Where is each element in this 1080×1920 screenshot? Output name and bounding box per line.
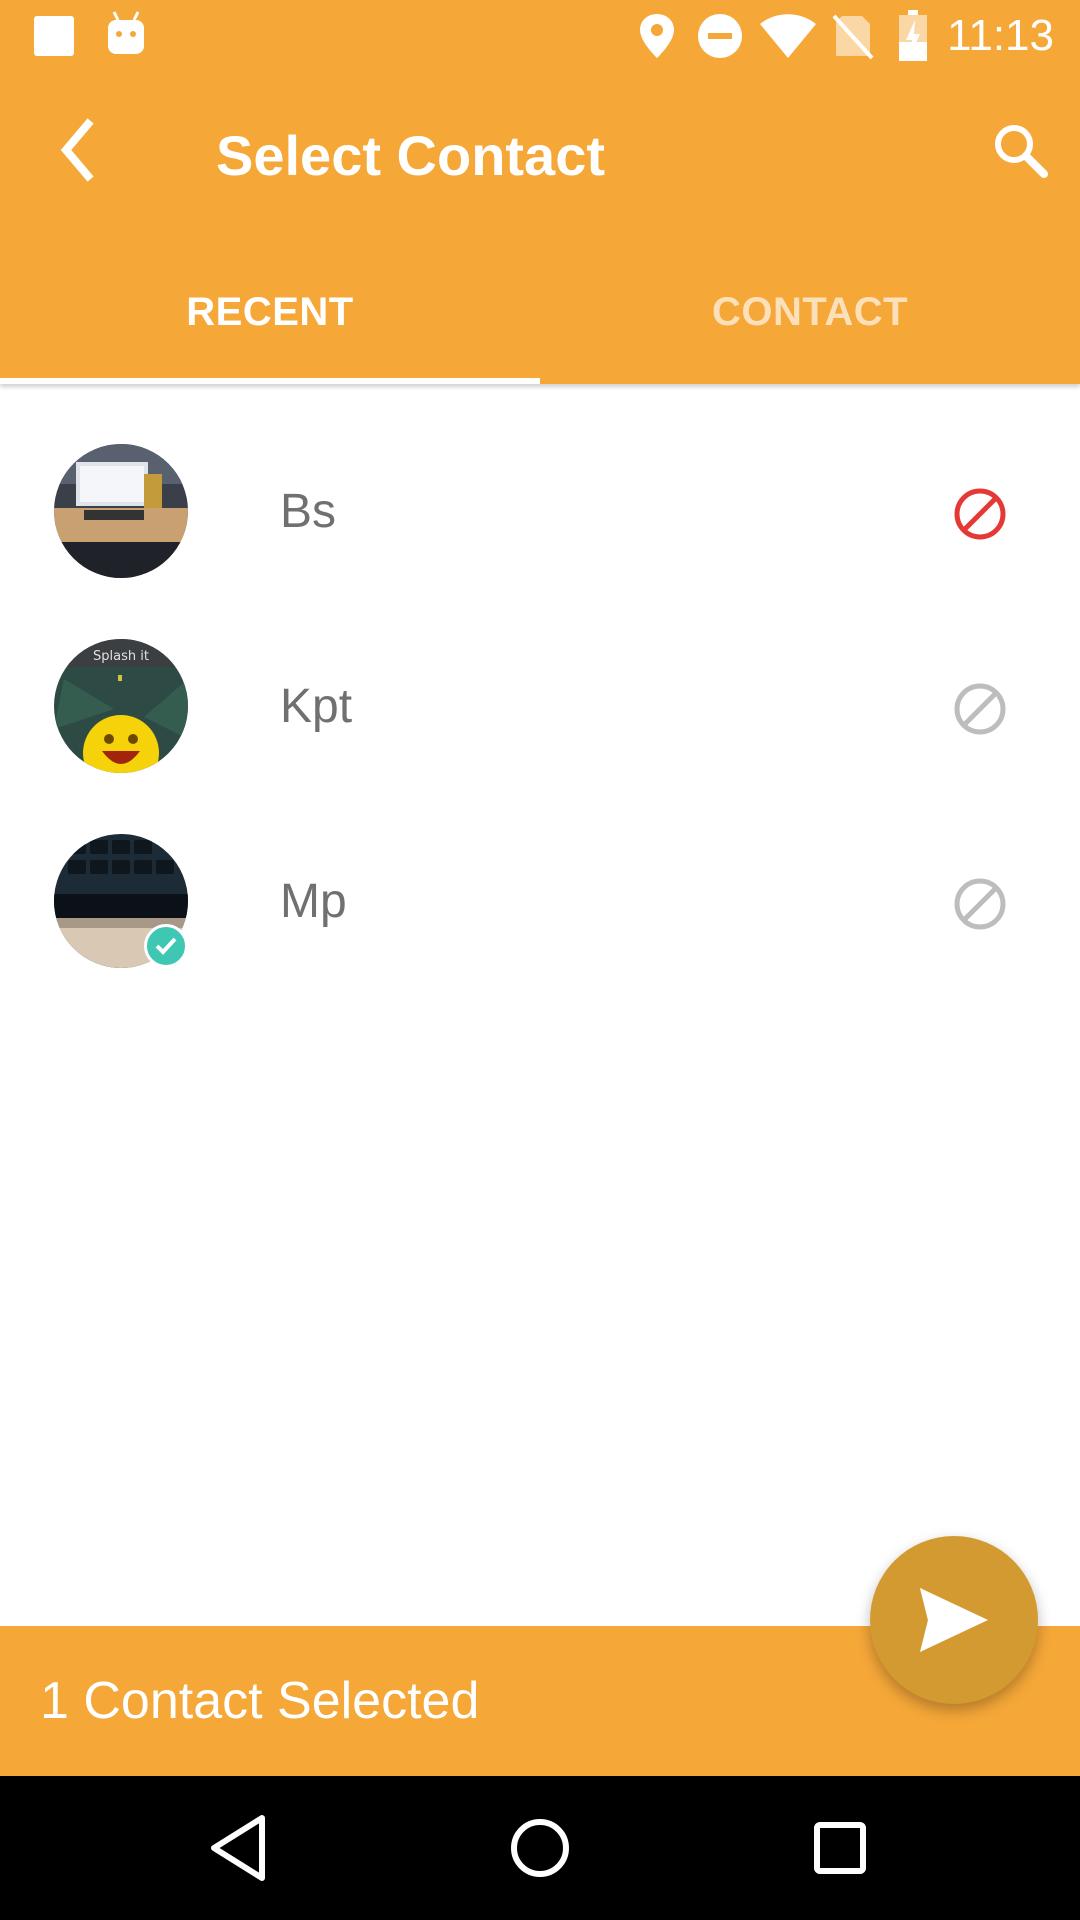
search-icon[interactable] xyxy=(986,116,1056,186)
send-icon xyxy=(920,1588,988,1652)
navigation-bar xyxy=(0,1776,1080,1920)
block-icon[interactable] xyxy=(950,679,1010,739)
contact-name: Mp xyxy=(280,875,347,928)
avatar: Splash it xyxy=(54,639,188,773)
nav-back-icon[interactable] xyxy=(200,1808,280,1888)
toolbar: Select Contact xyxy=(0,72,1080,240)
android-icon xyxy=(108,11,144,54)
page-title: Select Contact xyxy=(216,124,605,187)
block-icon[interactable] xyxy=(950,484,1010,544)
nav-recents-icon[interactable] xyxy=(800,1808,880,1888)
contact-name: Kpt xyxy=(280,680,353,733)
contact-name: Bs xyxy=(280,485,337,538)
square-notification-icon xyxy=(34,16,74,56)
emoji-photo-image: Splash it xyxy=(54,639,188,773)
selected-check-icon xyxy=(144,924,188,968)
no-sim-icon xyxy=(832,14,874,60)
status-bar: 11:13 xyxy=(0,0,1080,72)
tab-recent[interactable]: RECENT xyxy=(0,240,540,384)
nav-home-icon[interactable] xyxy=(500,1808,580,1888)
back-arrow-icon[interactable] xyxy=(44,110,124,190)
clock: 11:13 xyxy=(947,11,1054,60)
selection-count-text: 1 Contact Selected xyxy=(40,1672,480,1730)
avatar xyxy=(54,444,188,578)
tab-bar: RECENT CONTACT xyxy=(0,240,1080,384)
avatar-caption: Splash it xyxy=(93,649,149,664)
contact-row[interactable]: Splash it Kpt xyxy=(0,579,1080,774)
contact-row[interactable]: Mp xyxy=(0,774,1080,969)
send-button[interactable] xyxy=(870,1536,1038,1704)
desk-photo-image xyxy=(54,444,188,578)
block-icon[interactable] xyxy=(950,874,1010,934)
contact-row[interactable]: Bs xyxy=(0,384,1080,579)
location-icon xyxy=(640,14,674,58)
tab-contact[interactable]: CONTACT xyxy=(540,240,1080,384)
wifi-icon xyxy=(760,14,816,58)
battery-charging-icon xyxy=(899,10,927,61)
do-not-disturb-icon xyxy=(698,14,742,58)
